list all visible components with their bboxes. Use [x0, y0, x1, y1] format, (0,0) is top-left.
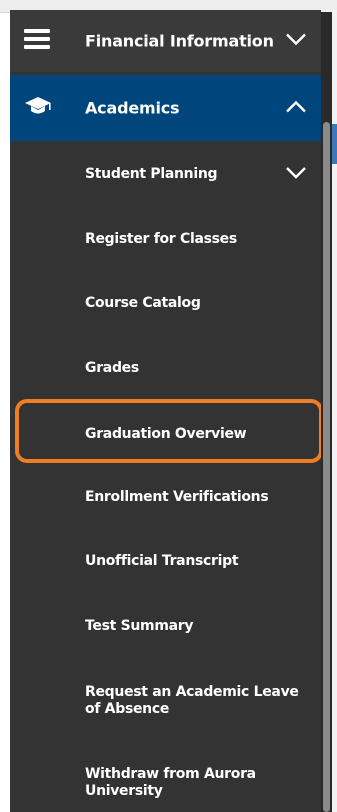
menu-item-label: Financial Information — [85, 31, 274, 51]
menu-item-financial-information[interactable]: Financial Information — [10, 10, 321, 72]
submenu-item-label: Student Planning — [85, 166, 218, 182]
highlight-outline — [15, 399, 323, 463]
page-accent-edge — [332, 124, 337, 164]
hamburger-icon[interactable] — [24, 29, 50, 53]
submenu-item-label: Unofficial Transcript — [85, 553, 239, 569]
chevron-up-icon[interactable] — [285, 99, 307, 118]
scrollbar-thumb[interactable] — [323, 122, 330, 812]
submenu-item-label: Test Summary — [85, 618, 194, 634]
submenu-item-label: Grades — [85, 360, 139, 376]
submenu-item-label: Course Catalog — [85, 295, 201, 311]
chevron-down-icon[interactable] — [285, 32, 307, 51]
submenu-item-label: Register for Classes — [85, 231, 237, 247]
chevron-down-icon[interactable] — [285, 166, 307, 184]
menu-item-label: Academics — [85, 98, 180, 118]
submenu-item-label: Request an Academic Leave of Absence — [85, 684, 299, 717]
submenu-item-label: Enrollment Verifications — [85, 489, 269, 505]
menu-item-academics[interactable]: Academics — [10, 75, 321, 141]
graduation-cap-icon — [24, 96, 52, 120]
submenu-item-label: Withdraw from Aurora University — [85, 766, 256, 799]
